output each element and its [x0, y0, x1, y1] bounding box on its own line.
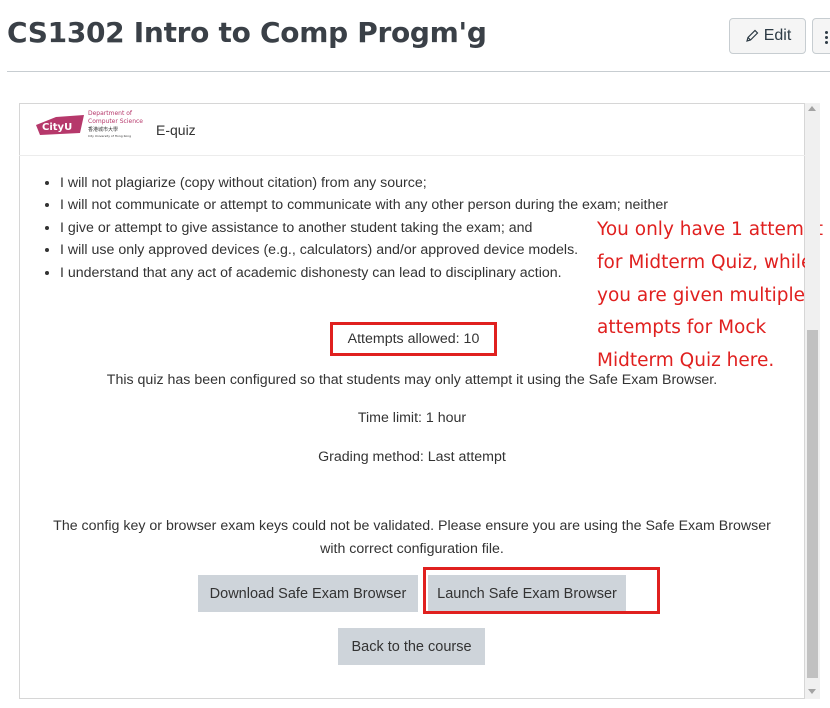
annotation-line: attempts for Mock	[597, 317, 767, 339]
scroll-up-arrow-icon[interactable]	[808, 106, 816, 111]
more-options-button[interactable]	[812, 18, 830, 54]
attempts-allowed: Attempts allowed: 10	[347, 331, 480, 347]
annotation-line: Midterm Quiz here.	[597, 350, 775, 372]
edit-label: Edit	[763, 27, 792, 44]
annotation-line: you are given multiple	[597, 284, 806, 306]
logo-university: City University of Hong Kong	[88, 134, 132, 138]
list-item: I will not communicate or attempt to com…	[60, 194, 668, 216]
list-item: I understand that any act of academic di…	[60, 262, 668, 284]
grading-method: Grading method: Last attempt	[318, 449, 506, 465]
launch-highlight-box	[423, 567, 660, 614]
annotation-line: for Midterm Quiz, while	[597, 251, 813, 273]
edit-button[interactable]: Edit	[729, 18, 806, 54]
annotation-note: You only have 1 attempt for Midterm Quiz…	[597, 214, 823, 378]
back-to-course-button[interactable]: Back to the course	[338, 628, 485, 665]
list-item: I will use only approved devices (e.g., …	[60, 239, 668, 261]
logo-dept-line1: Department of	[88, 110, 132, 117]
logo-chinese: 香港城市大學	[88, 127, 119, 133]
cityu-logo: CityU Department of Computer Science 香港城…	[34, 110, 143, 138]
quiz-title: E-quiz	[156, 122, 196, 138]
cityu-logo-icon: CityU	[36, 115, 84, 135]
config-warning-line1: The config key or browser exam keys coul…	[53, 518, 771, 534]
pencil-icon	[745, 29, 759, 42]
annotation-line: You only have 1 attempt	[597, 219, 823, 240]
download-seb-button[interactable]: Download Safe Exam Browser	[198, 575, 418, 612]
svg-text:CityU: CityU	[42, 122, 72, 133]
time-limit: Time limit: 1 hour	[357, 410, 467, 426]
frame-divider	[19, 155, 805, 156]
kebab-menu-icon	[825, 31, 828, 34]
page-title: CS1302 Intro to Comp Progm'g	[7, 16, 487, 49]
config-warning-line2: with correct configuration file.	[320, 541, 504, 557]
scrollbar-thumb[interactable]	[807, 330, 818, 678]
list-item: I will not plagiarize (copy without cita…	[60, 172, 668, 194]
attempts-allowed-highlight: Attempts allowed: 10	[330, 322, 497, 356]
honesty-rules-list: I will not plagiarize (copy without cita…	[22, 172, 668, 284]
list-item: I give or attempt to give assistance to …	[60, 217, 668, 239]
header-divider	[7, 71, 830, 72]
scroll-down-arrow-icon[interactable]	[808, 689, 816, 694]
logo-dept-line2: Computer Science	[88, 118, 143, 125]
